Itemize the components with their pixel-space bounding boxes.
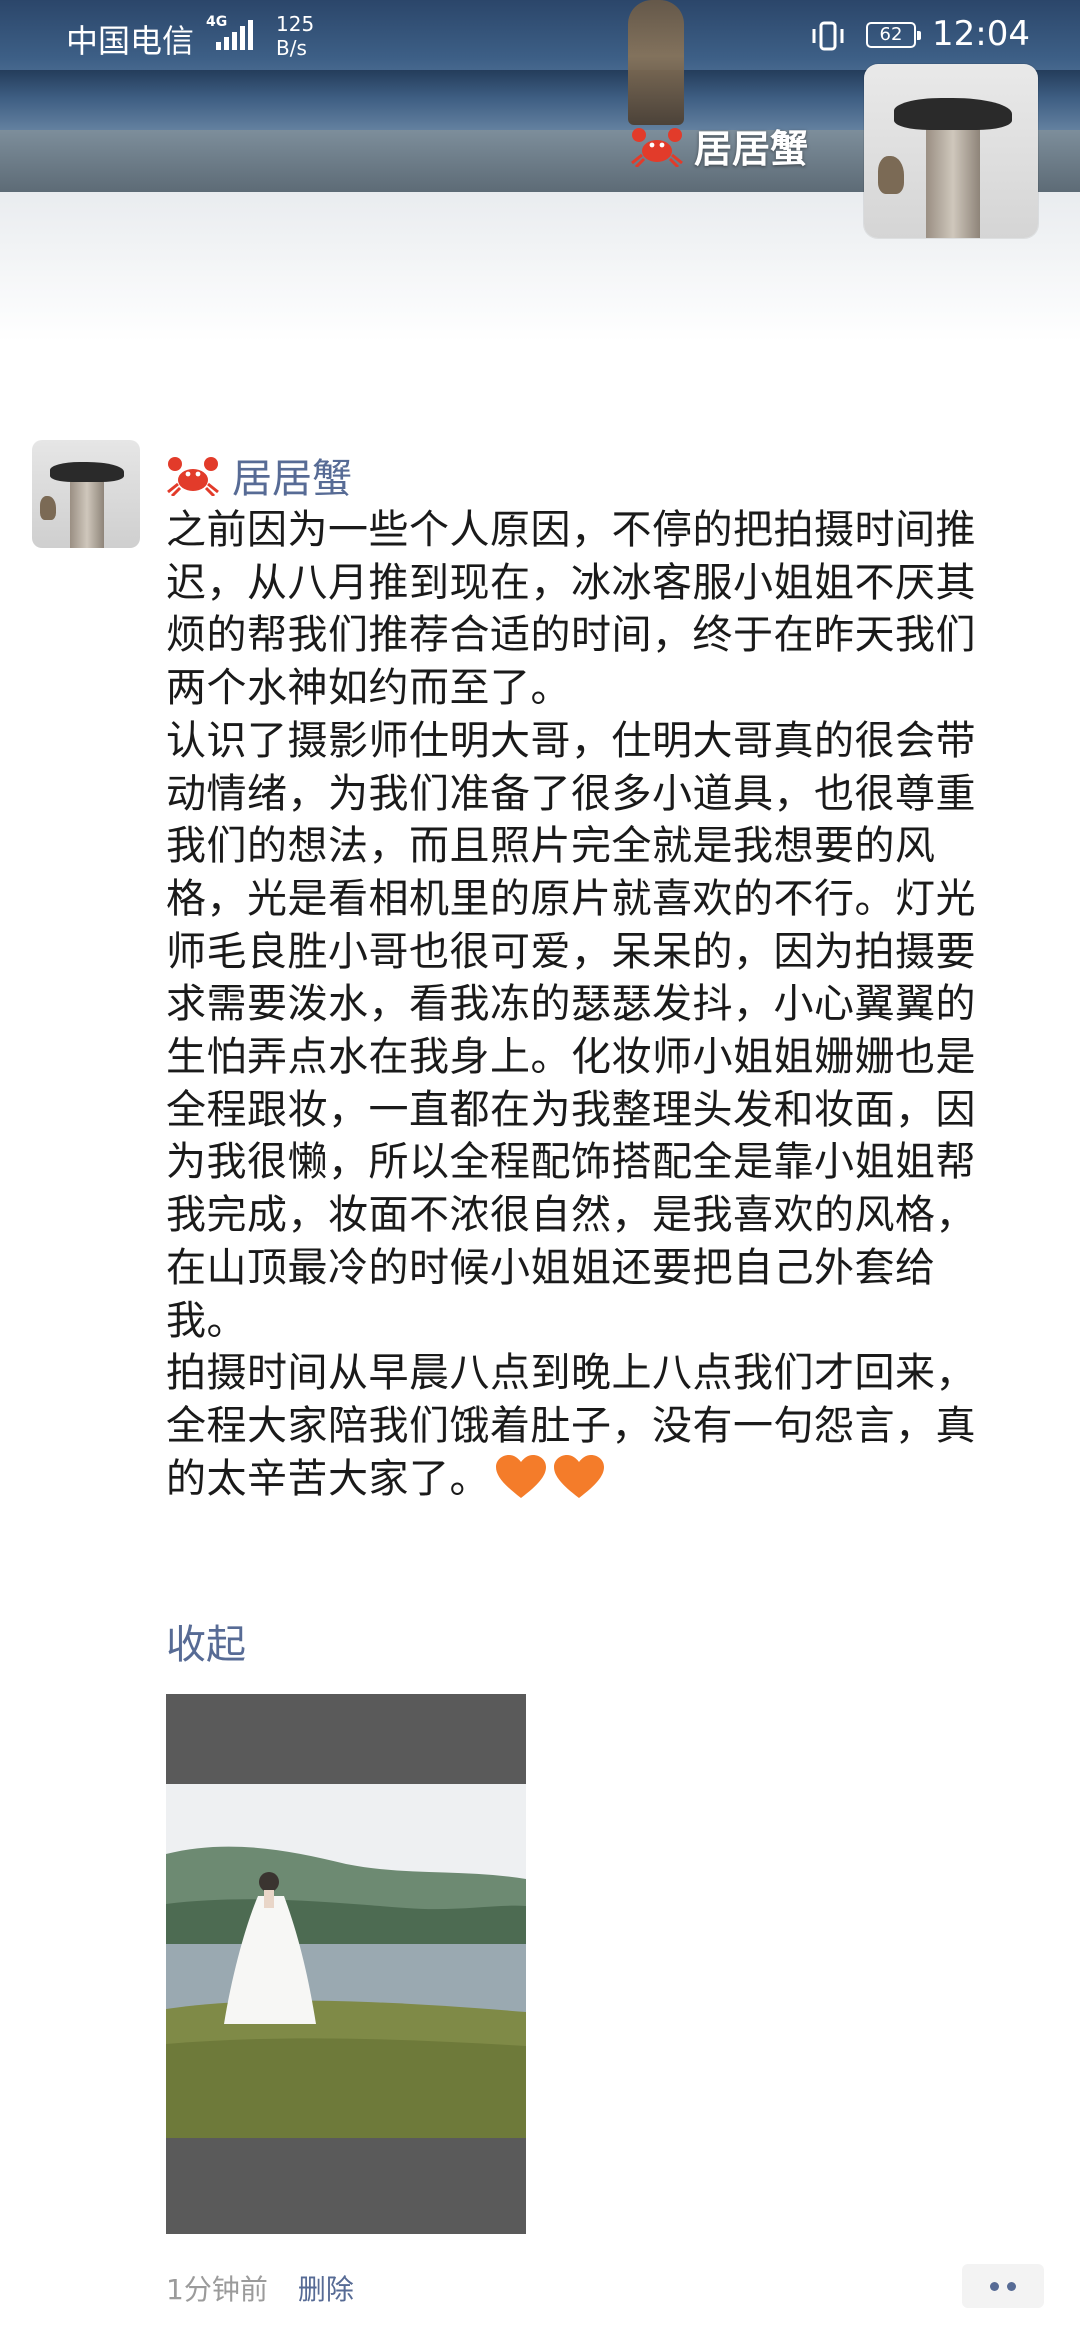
- post-meta: 1分钟前 删除: [166, 2268, 354, 2308]
- more-actions-button[interactable]: [962, 2264, 1044, 2308]
- collapse-button[interactable]: 收起: [166, 1612, 246, 1670]
- post-author-avatar[interactable]: [32, 440, 140, 548]
- battery-level: 62: [879, 24, 903, 45]
- vibrate-icon: [812, 21, 844, 51]
- post-time: 1分钟前: [166, 2273, 268, 2306]
- post-photo[interactable]: [166, 1694, 526, 2234]
- heart-icon: [554, 1454, 604, 1498]
- carrier-name: 中国电信: [66, 22, 195, 60]
- dot-icon: [990, 2281, 999, 2291]
- post-paragraph: 之前因为一些个人原因，不停的把拍摄时间推迟，从八月推到现在，冰冰客服小姐姐不厌其…: [166, 507, 976, 712]
- speed-value: 125: [276, 12, 315, 36]
- cover-username: 居居蟹: [694, 127, 809, 171]
- profile-avatar[interactable]: [864, 64, 1038, 238]
- post-text: 之前因为一些个人原因，不停的把拍摄时间推迟，从八月推到现在，冰冰客服小姐姐不厌其…: [166, 504, 1006, 1505]
- battery-icon: 62: [866, 22, 921, 48]
- post-paragraph: 认识了摄影师仕明大哥，仕明大哥真的很会带动情绪，为我们准备了很多小道具，也很尊重…: [166, 717, 976, 1344]
- post-author-name: 居居蟹: [232, 456, 352, 502]
- delete-button[interactable]: 删除: [298, 2268, 354, 2308]
- cover-user[interactable]: 居居蟹: [630, 118, 808, 173]
- network-speed: 125 B/s: [276, 12, 314, 60]
- wedding-photo-scene: [166, 1784, 526, 2138]
- signal-icon: [216, 20, 253, 50]
- speed-unit: B/s: [276, 36, 307, 60]
- crab-icon: [631, 127, 683, 167]
- post-author[interactable]: 居居蟹: [166, 446, 352, 504]
- crab-icon: [167, 457, 219, 496]
- post-paragraph: 拍摄时间从早晨八点到晚上八点我们才回来，全程大家陪我们饿着肚子，没有一句怨言，真…: [166, 1347, 1006, 1505]
- dot-icon: [1007, 2281, 1016, 2291]
- heart-icon: [496, 1454, 546, 1498]
- clock: 12:04: [932, 14, 1030, 54]
- status-bar: 中国电信 4G 125 B/s 62 12:04: [0, 0, 1080, 72]
